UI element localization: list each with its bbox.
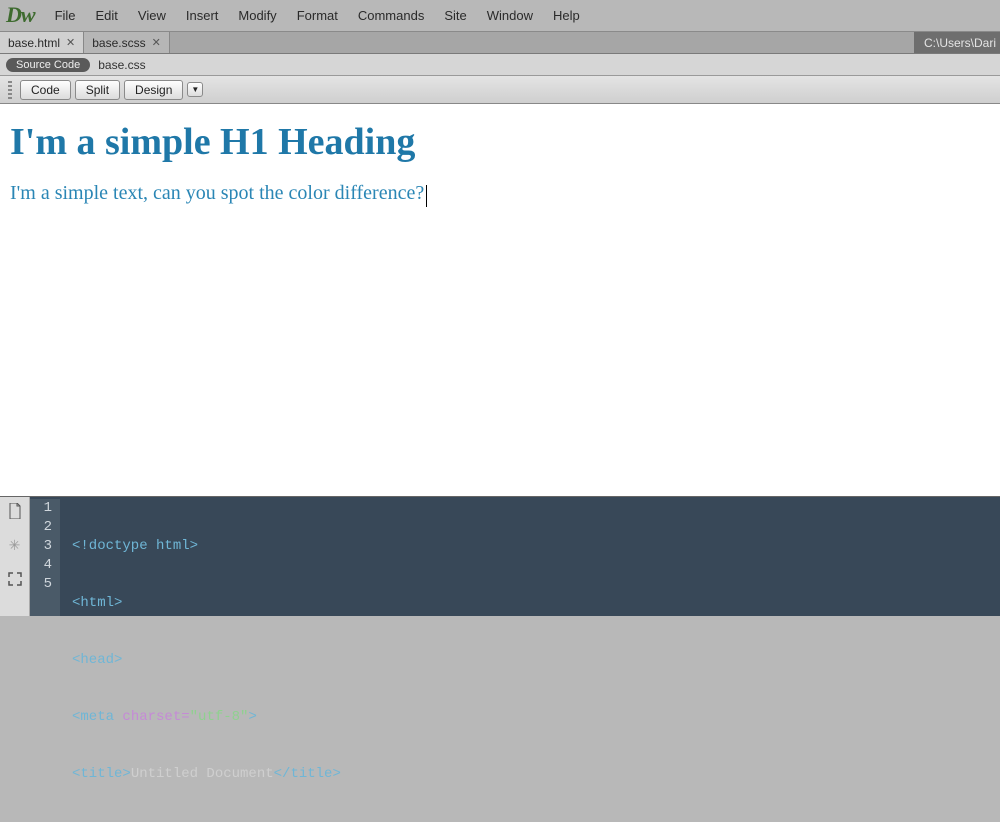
file-tab-label: base.html (8, 36, 60, 50)
code-line[interactable]: <!doctype html> (72, 537, 341, 556)
design-view-button[interactable]: Design (124, 80, 183, 100)
line-number: 4 (38, 556, 52, 575)
menu-bar: Dw File Edit View Insert Modify Format C… (0, 0, 1000, 32)
close-icon[interactable]: ✕ (152, 36, 161, 49)
menu-help[interactable]: Help (543, 4, 590, 27)
line-number: 2 (38, 518, 52, 537)
expand-icon[interactable] (7, 571, 23, 587)
menu-window[interactable]: Window (477, 4, 543, 27)
document-icon[interactable] (7, 503, 23, 519)
related-file-base-css[interactable]: base.css (98, 58, 145, 72)
related-files-bar: Source Code base.css (0, 54, 1000, 76)
chevron-down-icon: ▼ (191, 85, 199, 94)
menu-site[interactable]: Site (434, 4, 476, 27)
text-cursor-icon (426, 185, 427, 207)
code-content[interactable]: <!doctype html> <html> <head> <meta char… (60, 499, 341, 616)
line-number: 5 (38, 575, 52, 594)
code-editor[interactable]: 1 2 3 4 5 <!doctype html> <html> <head> … (30, 497, 1000, 616)
menu-modify[interactable]: Modify (228, 4, 286, 27)
line-number: 1 (38, 499, 52, 518)
code-line[interactable]: <meta charset="utf-8"> (72, 708, 341, 727)
code-line[interactable]: <html> (72, 594, 341, 613)
code-line[interactable]: <head> (72, 651, 341, 670)
design-view[interactable]: I'm a simple H1 Heading I'm a simple tex… (0, 104, 1000, 497)
file-tab-label: base.scss (92, 36, 145, 50)
code-view: ✳ 1 2 3 4 5 <!doctype html> <html> <head… (0, 497, 1000, 616)
view-dropdown-button[interactable]: ▼ (187, 82, 203, 97)
toolbar-grip-icon[interactable] (8, 81, 12, 99)
line-number-gutter: 1 2 3 4 5 (30, 499, 60, 616)
line-number: 3 (38, 537, 52, 556)
source-code-pill[interactable]: Source Code (6, 58, 90, 72)
code-line[interactable]: <title>Untitled Document</title> (72, 765, 341, 784)
menu-view[interactable]: View (128, 4, 176, 27)
file-tab-base-html[interactable]: base.html ✕ (0, 32, 84, 53)
code-view-button[interactable]: Code (20, 80, 71, 100)
file-path: C:\Users\Dari (914, 32, 1000, 53)
menu-file[interactable]: File (45, 4, 86, 27)
menu-insert[interactable]: Insert (176, 4, 229, 27)
split-view-button[interactable]: Split (75, 80, 120, 100)
menu-format[interactable]: Format (287, 4, 348, 27)
menu-commands[interactable]: Commands (348, 4, 434, 27)
app-logo: Dw (6, 2, 35, 28)
preview-paragraph[interactable]: I'm a simple text, can you spot the colo… (10, 182, 424, 204)
code-tool-gutter: ✳ (0, 497, 30, 616)
view-toolbar: Code Split Design ▼ (0, 76, 1000, 104)
preview-h1[interactable]: I'm a simple H1 Heading (10, 120, 990, 164)
file-tab-base-scss[interactable]: base.scss ✕ (84, 32, 170, 53)
star-icon[interactable]: ✳ (7, 537, 23, 553)
menu-edit[interactable]: Edit (86, 4, 128, 27)
close-icon[interactable]: ✕ (66, 36, 75, 49)
file-tab-row: base.html ✕ base.scss ✕ C:\Users\Dari (0, 32, 1000, 54)
